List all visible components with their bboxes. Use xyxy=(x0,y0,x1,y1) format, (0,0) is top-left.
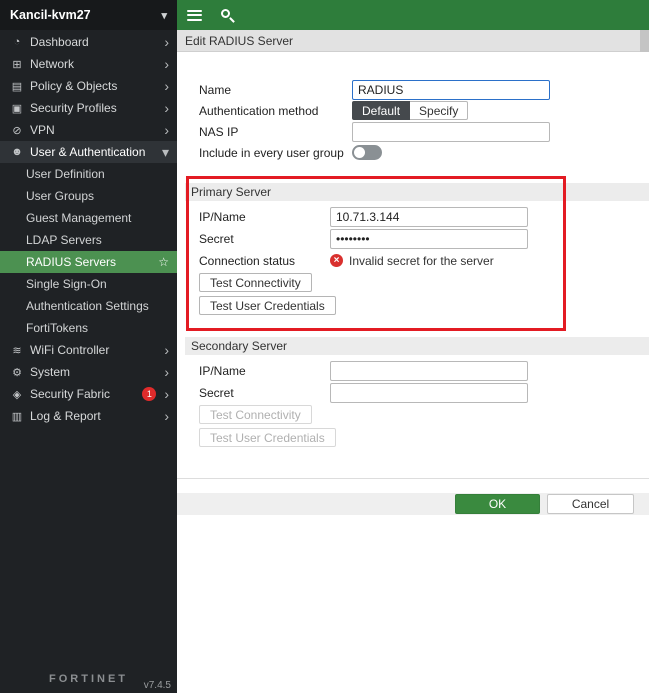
chevron-right-icon: › xyxy=(164,365,169,379)
sidebar-item-dashboard[interactable]: ◔ Dashboard › xyxy=(0,31,177,53)
chevron-down-icon: ▾ xyxy=(161,9,167,22)
sidebar-item-security-fabric[interactable]: ◈ Security Fabric 1 › xyxy=(0,383,177,405)
sidebar-item-vpn[interactable]: ⊘ VPN › xyxy=(0,119,177,141)
secondary-test-connectivity-button: Test Connectivity xyxy=(199,405,312,424)
sidebar-item-network[interactable]: ⊞ Network › xyxy=(0,53,177,75)
connection-status-label: Connection status xyxy=(185,254,330,268)
secondary-server-header: Secondary Server xyxy=(185,337,649,355)
chevron-right-icon: › xyxy=(164,57,169,71)
chevron-right-icon: › xyxy=(164,101,169,115)
sidebar-item-ldap-servers[interactable]: LDAP Servers xyxy=(0,229,177,251)
primary-ip-input[interactable] xyxy=(330,207,528,227)
nas-ip-label: NAS IP xyxy=(185,125,352,139)
chevron-right-icon: › xyxy=(164,79,169,93)
sidebar-item-user-definition[interactable]: User Definition xyxy=(0,163,177,185)
firmware-version: v7.4.5 xyxy=(144,680,171,691)
fabric-icon: ◈ xyxy=(8,388,26,401)
chart-icon: ▥ xyxy=(8,410,26,423)
include-group-toggle[interactable] xyxy=(352,145,382,160)
chevron-right-icon: › xyxy=(164,343,169,357)
scrollbar[interactable] xyxy=(640,30,649,52)
chevron-right-icon: › xyxy=(164,35,169,49)
gear-icon: ⚙ xyxy=(8,366,26,379)
primary-secret-row: Secret xyxy=(185,228,649,249)
include-group-row: Include in every user group xyxy=(185,142,649,163)
include-group-label: Include in every user group xyxy=(185,146,352,160)
auth-method-label: Authentication method xyxy=(185,104,352,118)
sidebar-item-guest-management[interactable]: Guest Management xyxy=(0,207,177,229)
menu-icon[interactable] xyxy=(187,10,202,21)
sidebar-item-log-report[interactable]: ▥ Log & Report › xyxy=(0,405,177,427)
top-bar xyxy=(177,0,649,30)
secondary-test-connectivity-wrap: Test Connectivity xyxy=(185,405,649,424)
edit-radius-form: Name Authentication method Default Speci… xyxy=(185,52,649,447)
page-title: Edit RADIUS Server xyxy=(185,34,293,48)
secondary-test-credentials-wrap: Test User Credentials xyxy=(185,428,649,447)
sidebar-item-system[interactable]: ⚙ System › xyxy=(0,361,177,383)
main-panel: Edit RADIUS Server Name Authentication m… xyxy=(177,0,649,693)
sidebar: Kancil-kvm27 ▾ ◔ Dashboard › ⊞ Network ›… xyxy=(0,0,177,693)
breadcrumb: Edit RADIUS Server xyxy=(177,30,649,52)
shield-icon: ▣ xyxy=(8,102,26,115)
name-label: Name xyxy=(185,83,352,97)
secondary-secret-row: Secret xyxy=(185,382,649,403)
sidebar-nav: ◔ Dashboard › ⊞ Network › ▤ Policy & Obj… xyxy=(0,31,177,427)
primary-test-connectivity-button[interactable]: Test Connectivity xyxy=(199,273,312,292)
auth-default-button[interactable]: Default xyxy=(352,101,410,120)
primary-server-header: Primary Server xyxy=(185,183,649,201)
primary-test-credentials-button[interactable]: Test User Credentials xyxy=(199,296,336,315)
footer-divider xyxy=(177,478,649,479)
search-icon[interactable] xyxy=(220,8,235,23)
network-icon: ⊞ xyxy=(8,58,26,71)
hostname-selector[interactable]: Kancil-kvm27 ▾ xyxy=(0,0,177,30)
hostname-label: Kancil-kvm27 xyxy=(10,8,91,22)
secondary-ip-row: IP/Name xyxy=(185,360,649,381)
policy-icon: ▤ xyxy=(8,80,26,93)
primary-secret-input[interactable] xyxy=(330,229,528,249)
sidebar-item-wifi-controller[interactable]: ≋ WiFi Controller › xyxy=(0,339,177,361)
chevron-down-icon: ▾ xyxy=(162,145,169,159)
sidebar-item-radius-servers[interactable]: RADIUS Servers ☆ xyxy=(0,251,177,273)
chevron-right-icon: › xyxy=(164,387,169,401)
name-input[interactable] xyxy=(352,80,550,100)
sidebar-item-user-authentication[interactable]: ☻ User & Authentication ▾ xyxy=(0,141,177,163)
auth-method-segment: Default Specify xyxy=(352,101,468,120)
sidebar-item-user-groups[interactable]: User Groups xyxy=(0,185,177,207)
chevron-right-icon: › xyxy=(164,409,169,423)
lock-icon: ⊘ xyxy=(8,124,26,137)
secondary-test-credentials-button: Test User Credentials xyxy=(199,428,336,447)
primary-test-credentials-wrap: Test User Credentials xyxy=(185,296,649,315)
action-bar: OK Cancel xyxy=(177,493,649,515)
connection-status-text: Invalid secret for the server xyxy=(349,254,494,268)
secondary-ip-input[interactable] xyxy=(330,361,528,381)
nas-ip-row: NAS IP xyxy=(185,121,649,142)
wifi-icon: ≋ xyxy=(8,344,26,357)
sidebar-item-policy-objects[interactable]: ▤ Policy & Objects › xyxy=(0,75,177,97)
secondary-ip-label: IP/Name xyxy=(185,364,330,378)
ok-button[interactable]: OK xyxy=(455,494,540,514)
primary-test-connectivity-wrap: Test Connectivity xyxy=(185,273,649,292)
secondary-secret-label: Secret xyxy=(185,386,330,400)
auth-specify-button[interactable]: Specify xyxy=(410,101,468,120)
notification-badge: 1 xyxy=(142,387,156,401)
primary-ip-label: IP/Name xyxy=(185,210,330,224)
name-row: Name xyxy=(185,79,649,100)
secondary-secret-input[interactable] xyxy=(330,383,528,403)
sidebar-item-authentication-settings[interactable]: Authentication Settings xyxy=(0,295,177,317)
nas-ip-input[interactable] xyxy=(352,122,550,142)
user-icon: ☻ xyxy=(8,146,26,158)
error-icon: × xyxy=(330,254,343,267)
auth-method-row: Authentication method Default Specify xyxy=(185,100,649,121)
sidebar-item-single-sign-on[interactable]: Single Sign-On xyxy=(0,273,177,295)
star-icon[interactable]: ☆ xyxy=(158,255,169,269)
primary-secret-label: Secret xyxy=(185,232,330,246)
connection-status-row: Connection status × Invalid secret for t… xyxy=(185,250,649,271)
primary-ip-row: IP/Name xyxy=(185,206,649,227)
sidebar-item-fortitokens[interactable]: FortiTokens xyxy=(0,317,177,339)
cancel-button[interactable]: Cancel xyxy=(547,494,634,514)
sidebar-item-security-profiles[interactable]: ▣ Security Profiles › xyxy=(0,97,177,119)
speedometer-icon: ◔ xyxy=(8,36,26,48)
chevron-right-icon: › xyxy=(164,123,169,137)
